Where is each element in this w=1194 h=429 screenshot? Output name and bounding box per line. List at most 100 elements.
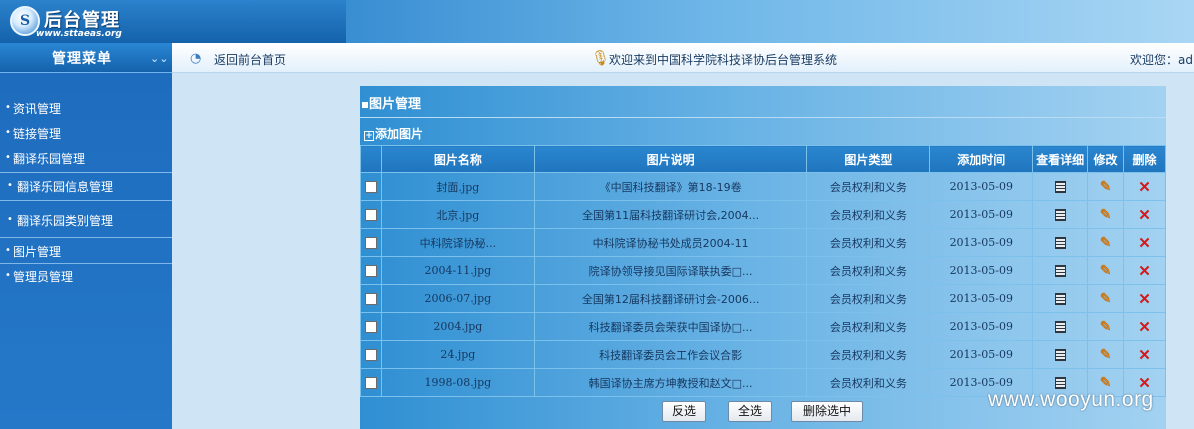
watermark: www.wooyun.org (988, 388, 1154, 411)
column-header-edit: 修改 (1087, 145, 1125, 173)
delete-cell[interactable]: ✕ (1123, 340, 1166, 369)
sidebar-item-links[interactable]: • 链接管理 (0, 125, 172, 143)
plus-icon: + (364, 131, 374, 141)
sidebar-item-images[interactable]: • 图片管理 (0, 243, 172, 261)
delete-cell[interactable]: ✕ (1123, 256, 1166, 285)
delete-x-icon[interactable]: ✕ (1138, 178, 1151, 196)
delete-cell[interactable]: ✕ (1123, 284, 1166, 313)
view-detail-icon[interactable] (1054, 265, 1066, 277)
bullet-icon: • (5, 245, 11, 256)
delete-cell[interactable]: ✕ (1123, 172, 1166, 201)
detail-cell[interactable] (1032, 228, 1089, 257)
view-detail-icon[interactable] (1054, 293, 1066, 305)
row-checkbox[interactable] (364, 321, 377, 333)
pencil-icon[interactable]: ✎ (1100, 207, 1112, 223)
detail-cell[interactable] (1032, 340, 1089, 369)
select-cell[interactable] (360, 256, 382, 285)
image-description-cell: 科技翻译委员会工作会议合影 (533, 340, 808, 369)
edit-cell[interactable]: ✎ (1087, 172, 1125, 201)
pencil-icon[interactable]: ✎ (1100, 319, 1112, 335)
row-checkbox[interactable] (364, 349, 377, 361)
square-bullet-icon (362, 102, 368, 108)
row-checkbox[interactable] (364, 237, 377, 249)
image-description-cell: 全国第11届科技翻译研讨会,2004... (533, 200, 808, 229)
sidebar-item-translation-park[interactable]: • 翻译乐园管理 (0, 150, 172, 168)
edit-cell[interactable]: ✎ (1087, 340, 1125, 369)
select-cell[interactable] (360, 284, 382, 313)
select-cell[interactable] (360, 340, 382, 369)
add-image-link[interactable]: + 添加图片 (364, 125, 423, 142)
microphone-icon: 🎙 (591, 49, 611, 67)
delete-x-icon[interactable]: ✕ (1138, 290, 1151, 308)
image-type-cell: 会员权利和义务 (806, 284, 931, 313)
pencil-icon[interactable]: ✎ (1100, 291, 1112, 307)
detail-cell[interactable] (1032, 172, 1089, 201)
bullet-icon: • (5, 270, 11, 281)
edit-cell[interactable]: ✎ (1087, 256, 1125, 285)
edit-cell[interactable]: ✎ (1087, 312, 1125, 341)
invert-selection-button[interactable]: 反选 (662, 401, 706, 422)
delete-x-icon[interactable]: ✕ (1138, 234, 1151, 252)
sidebar-item-label: 翻译乐园类别管理 (17, 214, 114, 228)
home-link[interactable]: 返回前台首页 (214, 51, 286, 68)
select-cell[interactable] (360, 312, 382, 341)
delete-x-icon[interactable]: ✕ (1138, 346, 1151, 364)
chevron-down-icon[interactable]: ⌄⌄ (150, 52, 168, 65)
image-management-panel: 图片管理 + 添加图片 图片名称 图片说明 图片类型 添加时间 查看详细 修改 删… (360, 86, 1166, 429)
view-detail-icon[interactable] (1054, 209, 1066, 221)
delete-cell[interactable]: ✕ (1123, 200, 1166, 229)
view-detail-icon[interactable] (1054, 181, 1066, 193)
bullet-icon: • (5, 102, 11, 113)
pencil-icon[interactable]: ✎ (1100, 235, 1112, 251)
view-detail-icon[interactable] (1054, 321, 1066, 333)
detail-cell[interactable] (1032, 284, 1089, 313)
sidebar-title: 管理菜单 (52, 51, 112, 67)
home-icon[interactable]: ◔ (190, 51, 201, 66)
view-detail-icon[interactable] (1054, 237, 1066, 249)
date-added-cell: 2013-05-09 (929, 256, 1034, 285)
row-checkbox[interactable] (364, 209, 377, 221)
edit-cell[interactable]: ✎ (1087, 284, 1125, 313)
select-cell[interactable] (360, 200, 382, 229)
view-detail-icon[interactable] (1054, 349, 1066, 361)
row-checkbox[interactable] (364, 181, 377, 193)
detail-cell[interactable] (1032, 312, 1089, 341)
delete-cell[interactable]: ✕ (1123, 228, 1166, 257)
delete-cell[interactable]: ✕ (1123, 312, 1166, 341)
row-checkbox[interactable] (364, 377, 377, 389)
sidebar-header[interactable]: 管理菜单 ⌄⌄ (0, 43, 172, 73)
image-type-cell: 会员权利和义务 (806, 340, 931, 369)
image-description-cell: 院译协领导接见国际译联执委□... (533, 256, 808, 285)
select-cell[interactable] (360, 172, 382, 201)
edit-cell[interactable]: ✎ (1087, 228, 1125, 257)
edit-cell[interactable]: ✎ (1087, 200, 1125, 229)
delete-x-icon[interactable]: ✕ (1138, 262, 1151, 280)
select-cell[interactable] (360, 228, 382, 257)
select-cell[interactable] (360, 368, 382, 397)
row-checkbox[interactable] (364, 265, 377, 277)
image-name-cell: 2006-07.jpg (380, 284, 535, 313)
sidebar-item-translation-info[interactable]: • 翻译乐园信息管理 (0, 178, 172, 196)
image-type-cell: 会员权利和义务 (806, 200, 931, 229)
detail-cell[interactable] (1032, 200, 1089, 229)
pencil-icon[interactable]: ✎ (1100, 263, 1112, 279)
delete-selected-button[interactable]: 删除选中 (791, 401, 863, 422)
image-name-cell: 24.jpg (380, 340, 535, 369)
pencil-icon[interactable]: ✎ (1100, 347, 1112, 363)
detail-cell[interactable] (1032, 256, 1089, 285)
sidebar-item-news[interactable]: • 资讯管理 (0, 100, 172, 118)
select-all-button[interactable]: 全选 (728, 401, 772, 422)
pencil-icon[interactable]: ✎ (1100, 179, 1112, 195)
menu-divider (0, 172, 172, 173)
row-checkbox[interactable] (364, 293, 377, 305)
sidebar-item-label: 管理员管理 (13, 270, 74, 284)
delete-x-icon[interactable]: ✕ (1138, 318, 1151, 336)
date-added-cell: 2013-05-09 (929, 172, 1034, 201)
image-table: 图片名称 图片说明 图片类型 添加时间 查看详细 修改 删除 封面.jpg 《中国… (360, 145, 1166, 397)
sidebar-item-admins[interactable]: • 管理员管理 (0, 268, 172, 286)
column-header-description: 图片说明 (533, 145, 808, 173)
image-type-cell: 会员权利和义务 (806, 228, 931, 257)
delete-x-icon[interactable]: ✕ (1138, 206, 1151, 224)
sidebar-item-translation-category[interactable]: • 翻译乐园类别管理 (0, 212, 172, 230)
table-row: 中科院译协秘... 中科院译协秘书处成员2004-11 会员权利和义务 2013-05… (360, 228, 1166, 257)
